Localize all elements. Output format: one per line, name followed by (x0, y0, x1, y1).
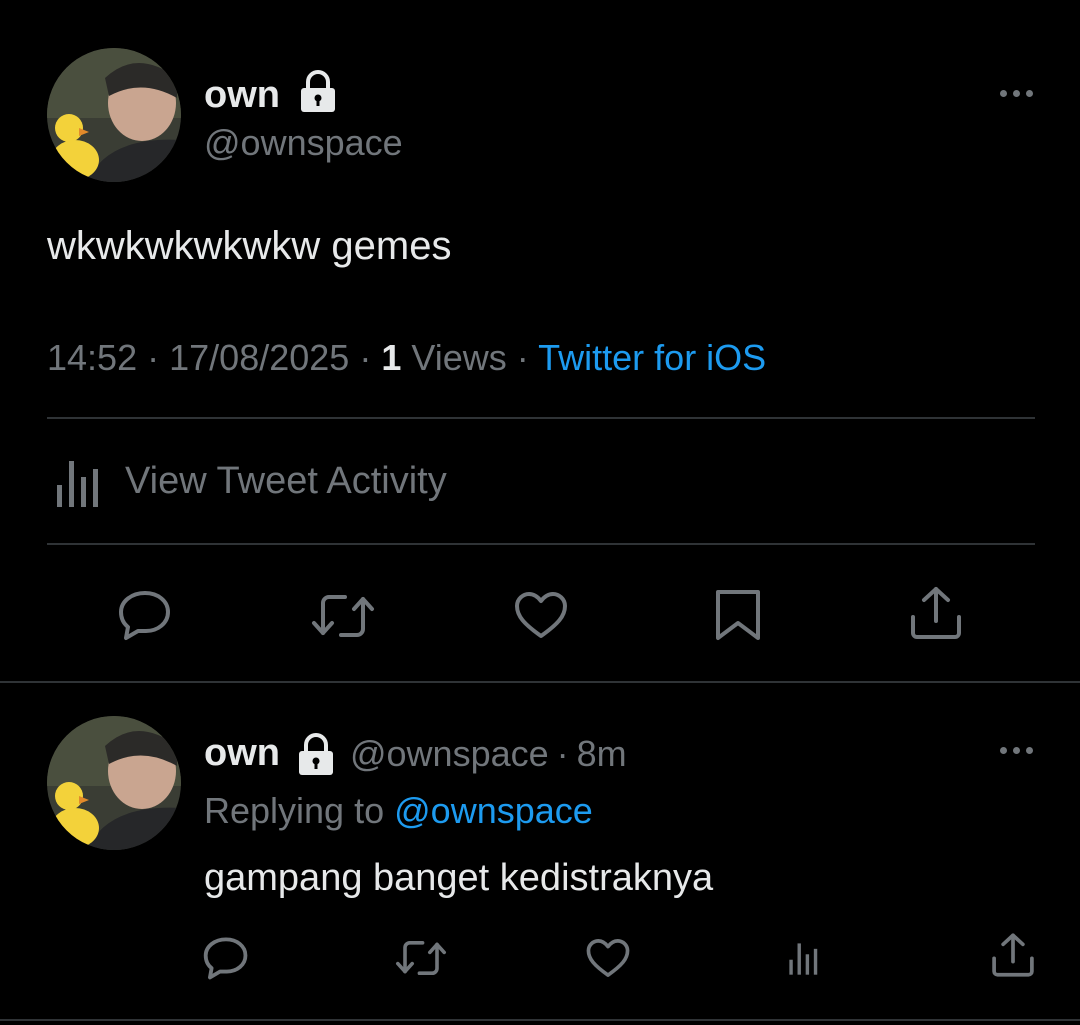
separator: · (556, 732, 569, 774)
retweet-icon[interactable] (395, 938, 447, 978)
reply-icon[interactable] (203, 936, 249, 980)
handle[interactable]: @ownspace (204, 122, 403, 164)
source-link[interactable]: Twitter for iOS (538, 337, 766, 378)
reply-text: gampang banget kedistraknya (204, 857, 714, 899)
tweet-text: wkwkwkwkwkw gemes (47, 224, 452, 268)
lock-icon (296, 732, 336, 775)
like-icon[interactable] (586, 938, 630, 978)
display-name[interactable]: own (204, 732, 280, 775)
view-activity-button[interactable]: View Tweet Activity (47, 455, 447, 507)
tweet-meta: 14:52 · 17/08/2025 · 1 Views · Twitter f… (47, 337, 766, 379)
separator: · (516, 337, 529, 378)
tweet-time: 14:52 (47, 337, 138, 378)
avatar[interactable] (47, 48, 181, 182)
replying-handle-link[interactable]: @ownspace (394, 790, 593, 831)
display-name[interactable]: own (204, 74, 280, 117)
lock-icon (298, 70, 338, 112)
separator: · (147, 337, 160, 378)
more-icon[interactable] (1000, 747, 1033, 754)
view-activity-label: View Tweet Activity (125, 459, 447, 502)
avatar[interactable] (47, 716, 181, 850)
replying-prefix: Replying to (204, 790, 385, 831)
divider (47, 417, 1035, 419)
replying-to: Replying to @ownspace (204, 790, 593, 832)
divider (0, 1019, 1080, 1021)
bookmark-icon[interactable] (714, 589, 762, 641)
tweet-date: 17/08/2025 (169, 337, 350, 378)
reply-time[interactable]: 8m (577, 733, 627, 775)
views-count[interactable]: 1 (381, 337, 401, 378)
divider (0, 681, 1080, 683)
retweet-icon[interactable] (311, 591, 375, 641)
analytics-icon (55, 455, 105, 507)
separator: · (359, 337, 372, 378)
handle[interactable]: @ownspace (350, 733, 549, 775)
divider (47, 543, 1035, 545)
reply-icon[interactable] (118, 589, 172, 641)
reply-header: own @ownspace · 8m (204, 732, 627, 775)
views-label[interactable]: Views (411, 337, 506, 378)
more-icon[interactable] (1000, 90, 1033, 97)
like-icon[interactable] (514, 591, 568, 639)
share-icon[interactable] (908, 585, 964, 641)
share-icon[interactable] (990, 932, 1036, 978)
analytics-icon[interactable] (788, 938, 822, 976)
